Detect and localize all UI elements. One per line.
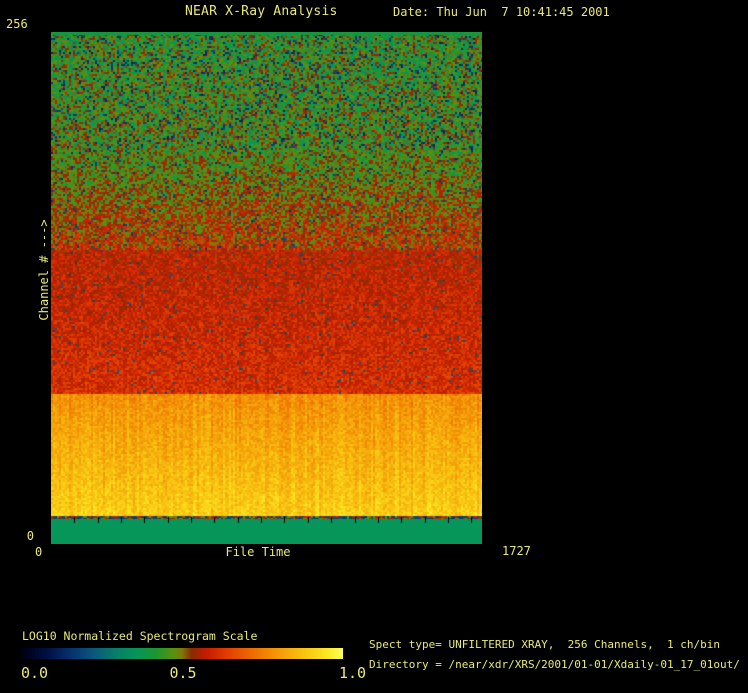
x-axis-max-tick: 1727 (502, 544, 531, 558)
x-axis-label: File Time (225, 545, 291, 559)
header-date: Date: Thu Jun 7 10:41:45 2001 (393, 5, 610, 19)
y-axis-min-tick: 0 (26, 529, 34, 543)
page-title: NEAR X-Ray Analysis (185, 4, 338, 19)
directory-text: Directory = /near/xdr/XRS/2001/01-01/Xda… (369, 658, 740, 671)
colorbar-strip (21, 648, 343, 659)
colorbar-tick-half: 0.5 (169, 664, 197, 682)
colorbar-label: LOG10 Normalized Spectrogram Scale (22, 629, 258, 643)
y-axis-max-tick: 256 (6, 17, 28, 31)
colorbar-tick-1: 1.0 (339, 664, 367, 682)
x-axis-min-tick: 0 (35, 545, 43, 559)
y-axis-label: Channel # ---> (37, 219, 51, 321)
spect-type-text: Spect type= UNFILTERED XRAY, 256 Channel… (369, 638, 720, 651)
spectrogram-image (51, 32, 482, 544)
colorbar-tick-0: 0.0 (21, 664, 49, 682)
